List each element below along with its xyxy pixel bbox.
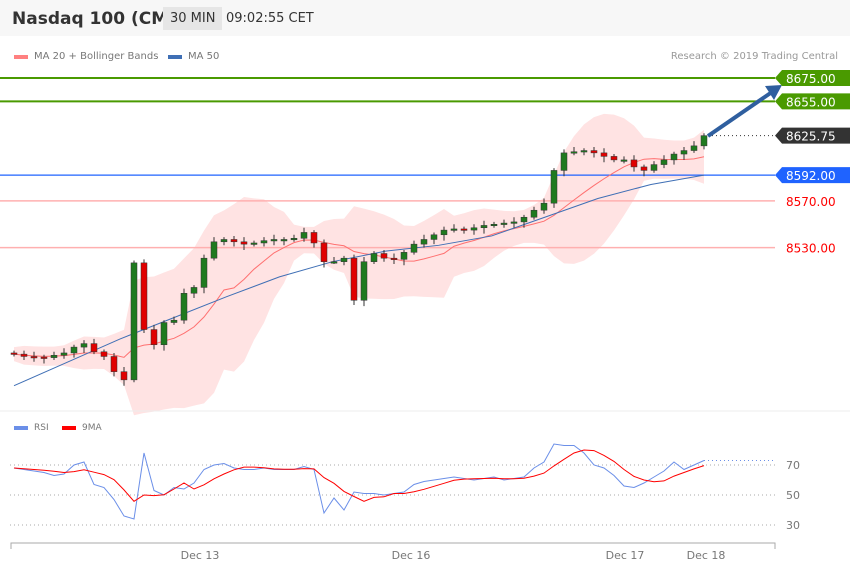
candle	[300, 232, 308, 239]
candle	[190, 287, 198, 294]
candle	[330, 261, 338, 264]
candle	[440, 229, 448, 236]
candle	[630, 159, 638, 168]
candle	[30, 356, 38, 359]
rsi-tick: 30	[786, 519, 800, 532]
candle	[490, 224, 498, 226]
level-label-8655.00: 8655.00	[786, 95, 836, 109]
candle	[290, 238, 298, 241]
candle	[100, 351, 108, 357]
candle	[320, 242, 328, 262]
candle	[260, 240, 268, 244]
candle	[210, 241, 218, 259]
candle	[670, 153, 678, 161]
candle	[450, 228, 458, 231]
candle	[140, 262, 148, 330]
candle	[590, 150, 598, 154]
candle	[500, 222, 508, 225]
x-tick: Dec 16	[392, 549, 431, 562]
candle	[200, 257, 208, 288]
candle	[650, 164, 658, 171]
candle	[240, 241, 248, 245]
rsi-9ma-line	[13, 449, 705, 502]
candle	[350, 257, 358, 301]
candle	[220, 239, 228, 243]
candle	[70, 346, 78, 354]
bollinger-band	[14, 113, 704, 416]
candle	[620, 159, 628, 162]
candle	[20, 353, 28, 357]
candle	[120, 371, 128, 381]
candle	[400, 252, 408, 260]
candle	[360, 261, 368, 301]
candle	[390, 257, 398, 260]
rsi-tick: 70	[786, 459, 800, 472]
candle	[90, 343, 98, 353]
candle	[80, 343, 88, 348]
rsi-tick: 50	[786, 489, 800, 502]
candle	[110, 356, 118, 372]
x-tick: Dec 18	[687, 549, 726, 562]
candle	[170, 319, 178, 323]
x-tick: Dec 17	[606, 549, 645, 562]
candle	[460, 228, 468, 231]
candle	[690, 145, 698, 151]
candle	[270, 239, 278, 242]
rsi-line	[13, 443, 705, 520]
chart-widget: Nasdaq 100 (CME) 30 MIN 09:02:55 CET MA …	[0, 0, 850, 576]
candle	[610, 156, 618, 161]
candle	[50, 355, 58, 358]
candle	[560, 152, 568, 171]
candle	[40, 356, 48, 359]
candle	[410, 243, 418, 253]
candle	[420, 239, 428, 245]
candle	[570, 151, 578, 154]
level-label-8675.00: 8675.00	[786, 72, 836, 86]
candle	[280, 239, 288, 242]
candle	[680, 150, 688, 155]
candle	[180, 293, 188, 321]
level-label-8530.00: 8530.00	[786, 242, 836, 256]
candle	[580, 150, 588, 153]
candle	[310, 232, 318, 244]
candle	[250, 242, 258, 245]
candle	[150, 329, 158, 346]
candle	[160, 322, 168, 346]
candle	[600, 152, 608, 157]
level-label-8625.75: 8625.75	[786, 130, 836, 144]
candle	[550, 170, 558, 204]
candle	[340, 257, 348, 262]
candle	[370, 253, 378, 262]
candle	[480, 225, 488, 229]
candle	[530, 209, 538, 218]
candle	[230, 239, 238, 243]
candle	[640, 166, 648, 171]
candle	[540, 202, 548, 211]
candle	[380, 253, 388, 259]
candle	[10, 352, 18, 355]
candle	[660, 159, 668, 165]
candle	[700, 135, 708, 147]
candle	[510, 221, 518, 224]
forecast-arrow	[706, 90, 774, 138]
level-label-8592.00: 8592.00	[786, 169, 836, 183]
x-tick: Dec 13	[181, 549, 220, 562]
candle	[430, 234, 438, 240]
candle	[520, 216, 528, 223]
price-chart: 8675.00 8655.00 8625.75 8592.00 8570.00 8530.…	[0, 70, 850, 562]
candle	[470, 227, 478, 231]
candle	[60, 352, 68, 356]
candle	[130, 262, 138, 381]
level-label-8570.00: 8570.00	[786, 195, 836, 209]
